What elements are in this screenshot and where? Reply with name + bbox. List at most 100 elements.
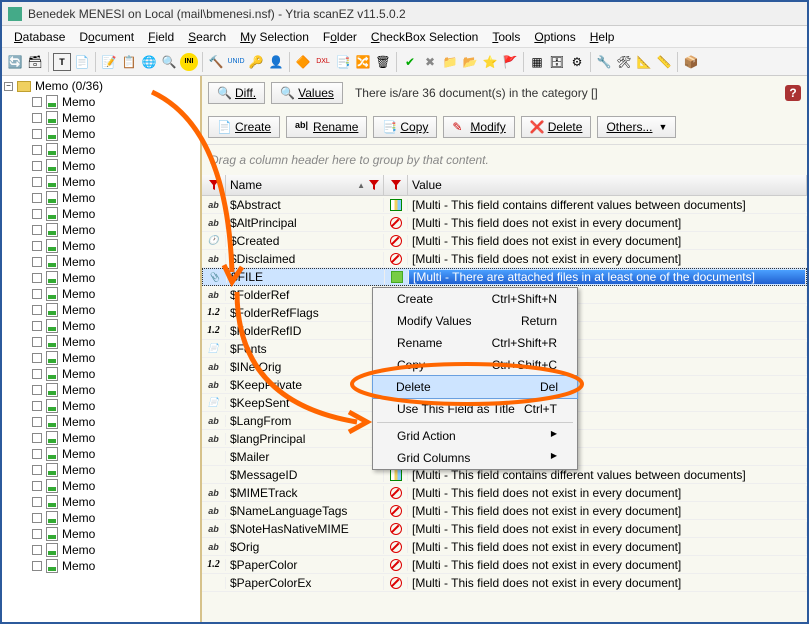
- col-valtype[interactable]: [384, 175, 408, 195]
- table-row[interactable]: 1.2$PaperColor[Multi - This field does n…: [202, 556, 807, 574]
- tb-unid-icon[interactable]: UNID: [227, 53, 245, 71]
- tb-x-icon[interactable]: ✖: [421, 53, 439, 71]
- help-icon[interactable]: ?: [785, 85, 801, 101]
- table-row[interactable]: ab$NameLanguageTags[Multi - This field d…: [202, 502, 807, 520]
- filter-icon[interactable]: [369, 180, 379, 190]
- create-button[interactable]: 📄Create: [208, 116, 280, 138]
- tree-root[interactable]: − Memo (0/36): [4, 78, 198, 94]
- menu-search[interactable]: Search: [182, 28, 232, 46]
- tree-item[interactable]: Memo: [4, 414, 198, 430]
- tb-text-icon[interactable]: T: [53, 53, 71, 71]
- checkbox[interactable]: [32, 273, 42, 283]
- tree-item[interactable]: Memo: [4, 206, 198, 222]
- others-button[interactable]: Others...▼: [597, 116, 676, 138]
- tb-folder2-icon[interactable]: 📂: [461, 53, 479, 71]
- tree-item[interactable]: Memo: [4, 366, 198, 382]
- tb-flag-icon[interactable]: 🚩: [501, 53, 519, 71]
- col-type[interactable]: [202, 175, 226, 195]
- tree-item[interactable]: Memo: [4, 350, 198, 366]
- checkbox[interactable]: [32, 129, 42, 139]
- tb-tool1-icon[interactable]: 🔧: [595, 53, 613, 71]
- group-bar[interactable]: Drag a column header here to group by th…: [202, 145, 807, 175]
- values-button[interactable]: 🔍Values: [271, 82, 343, 104]
- checkbox[interactable]: [32, 417, 42, 427]
- ctx-gridaction[interactable]: Grid Action▶: [373, 425, 577, 447]
- modify-button[interactable]: ✎Modify: [443, 116, 514, 138]
- filter-icon[interactable]: [209, 180, 219, 190]
- checkbox[interactable]: [32, 353, 42, 363]
- tree-item[interactable]: Memo: [4, 302, 198, 318]
- table-row[interactable]: 📎$FILE[Multi - There are attached files …: [202, 268, 807, 286]
- tree-item[interactable]: Memo: [4, 174, 198, 190]
- menu-field[interactable]: Field: [142, 28, 180, 46]
- checkbox[interactable]: [32, 465, 42, 475]
- checkbox[interactable]: [32, 177, 42, 187]
- checkbox[interactable]: [32, 337, 42, 347]
- checkbox[interactable]: [32, 97, 42, 107]
- tb-tool4-icon[interactable]: 📏: [655, 53, 673, 71]
- menu-tools[interactable]: Tools: [486, 28, 526, 46]
- tree-item[interactable]: Memo: [4, 430, 198, 446]
- ctx-copy[interactable]: CopyCtrl+Shift+C: [373, 354, 577, 376]
- tree-item[interactable]: Memo: [4, 318, 198, 334]
- table-row[interactable]: ab$Abstract[Multi - This field contains …: [202, 196, 807, 214]
- tb-search-icon[interactable]: 🔍: [160, 53, 178, 71]
- tb-tool2-icon[interactable]: 🛠: [615, 53, 633, 71]
- tb-copy-icon[interactable]: 📑: [334, 53, 352, 71]
- tree-item[interactable]: Memo: [4, 526, 198, 542]
- table-row[interactable]: ab$MIMETrack[Multi - This field does not…: [202, 484, 807, 502]
- tree-item[interactable]: Memo: [4, 510, 198, 526]
- tree-item[interactable]: Memo: [4, 542, 198, 558]
- menu-help[interactable]: Help: [584, 28, 621, 46]
- checkbox[interactable]: [32, 113, 42, 123]
- checkbox[interactable]: [32, 545, 42, 555]
- checkbox[interactable]: [32, 513, 42, 523]
- table-row[interactable]: 🕐$Created[Multi - This field does not ex…: [202, 232, 807, 250]
- tb-ini-icon[interactable]: INI: [180, 53, 198, 71]
- tb-del-icon[interactable]: 🔨: [207, 53, 225, 71]
- tb-grid-icon[interactable]: ▦: [528, 53, 546, 71]
- tb-user-icon[interactable]: 👤: [267, 53, 285, 71]
- tree-item[interactable]: Memo: [4, 110, 198, 126]
- filter-icon[interactable]: [391, 180, 401, 190]
- rename-button[interactable]: ab|Rename: [286, 116, 367, 138]
- checkbox[interactable]: [32, 561, 42, 571]
- menu-options[interactable]: Options: [528, 28, 581, 46]
- delete-button[interactable]: ❌Delete: [521, 116, 592, 138]
- checkbox[interactable]: [32, 289, 42, 299]
- tree-item[interactable]: Memo: [4, 94, 198, 110]
- tb-last-icon[interactable]: 📦: [682, 53, 700, 71]
- col-name[interactable]: Name▲: [226, 175, 384, 195]
- tb-refresh-icon[interactable]: 🔄: [6, 53, 24, 71]
- tb-tool3-icon[interactable]: 📐: [635, 53, 653, 71]
- ctx-create[interactable]: CreateCtrl+Shift+N: [373, 288, 577, 310]
- ctx-delete[interactable]: DeleteDel: [372, 375, 578, 399]
- tb-trash-icon[interactable]: 🗑: [374, 53, 392, 71]
- menu-myselection[interactable]: My Selection: [234, 28, 315, 46]
- collapse-icon[interactable]: −: [4, 82, 13, 91]
- tb-key-icon[interactable]: 🔑: [247, 53, 265, 71]
- checkbox[interactable]: [32, 305, 42, 315]
- tb-doc-icon[interactable]: 📄: [73, 53, 91, 71]
- checkbox[interactable]: [32, 369, 42, 379]
- tb-db-icon[interactable]: 🗃: [26, 53, 44, 71]
- menu-checkbox[interactable]: CheckBox Selection: [365, 28, 484, 46]
- checkbox[interactable]: [32, 257, 42, 267]
- table-row[interactable]: $PaperColorEx[Multi - This field does no…: [202, 574, 807, 592]
- tb-orange-icon[interactable]: 🔶: [294, 53, 312, 71]
- checkbox[interactable]: [32, 385, 42, 395]
- tree-item[interactable]: Memo: [4, 286, 198, 302]
- checkbox[interactable]: [32, 529, 42, 539]
- ctx-gridcols[interactable]: Grid Columns▶: [373, 447, 577, 469]
- tree-item[interactable]: Memo: [4, 382, 198, 398]
- tree-item[interactable]: Memo: [4, 462, 198, 478]
- checkbox[interactable]: [32, 321, 42, 331]
- tree-item[interactable]: Memo: [4, 142, 198, 158]
- checkbox[interactable]: [32, 433, 42, 443]
- menu-database[interactable]: Database: [8, 28, 71, 46]
- tb-gear-icon[interactable]: ⚙: [568, 53, 586, 71]
- tree-item[interactable]: Memo: [4, 126, 198, 142]
- tree-item[interactable]: Memo: [4, 254, 198, 270]
- tree-item[interactable]: Memo: [4, 190, 198, 206]
- tb-xml-icon[interactable]: DXL: [314, 53, 332, 71]
